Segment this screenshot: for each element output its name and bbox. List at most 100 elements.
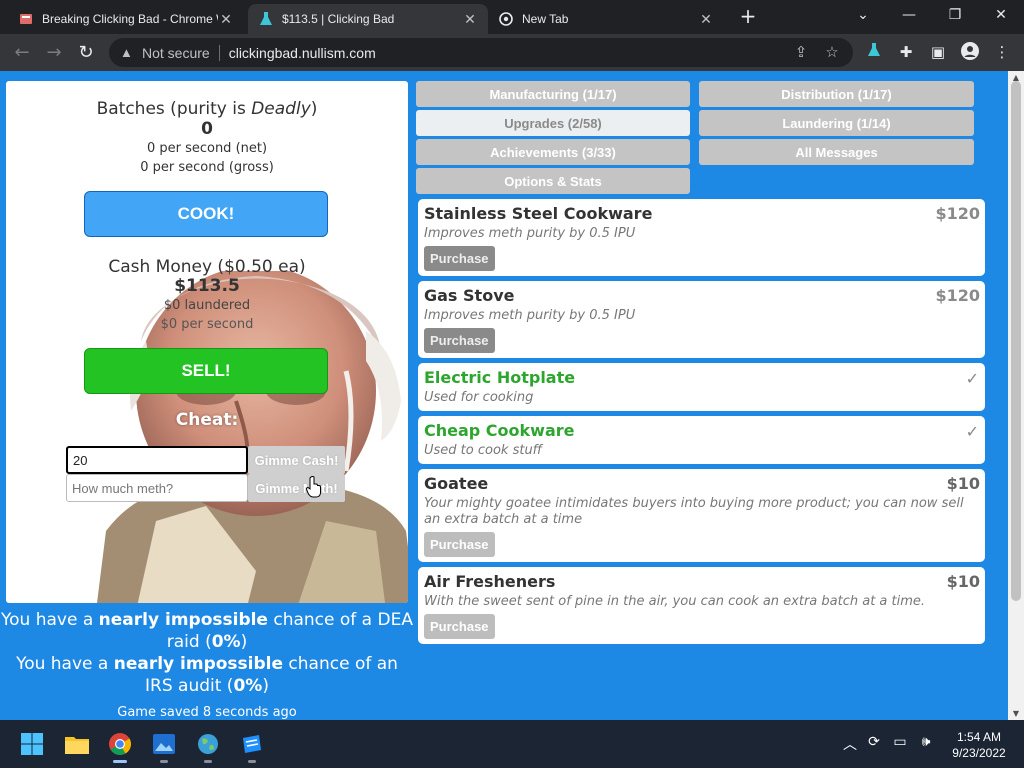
puzzle-extensions-icon[interactable]: ✚ <box>896 42 916 62</box>
purchase-button[interactable]: Purchase <box>424 328 495 353</box>
tab-laundering[interactable]: Laundering (1/14) <box>699 110 974 136</box>
irs-level: nearly impossible <box>113 654 284 674</box>
cheat-meth-placeholder[interactable]: How much meth? <box>72 481 173 496</box>
upgrade-item: Stainless Steel Cookware $120 Improves m… <box>418 199 985 276</box>
batches-heading: Batches (purity is Deadly) <box>6 99 408 119</box>
upgrade-description: Improves meth purity by 0.5 IPU <box>424 226 636 241</box>
tab-distribution[interactable]: Distribution (1/17) <box>699 81 974 107</box>
open-app-indicator <box>160 760 168 763</box>
tab-upgrades[interactable]: Upgrades (2/58) <box>416 110 690 136</box>
tab-manufacturing[interactable]: Manufacturing (1/17) <box>416 81 690 107</box>
photos-app-icon[interactable] <box>148 728 180 763</box>
upgrade-name: Electric Hotplate <box>424 368 576 387</box>
upgrade-description: Your mighty goatee intimidates buyers in… <box>424 496 964 527</box>
security-status[interactable]: Not secure <box>142 45 210 61</box>
upgrade-item-owned: Electric Hotplate ✓ Used for cooking <box>418 363 985 411</box>
browser-tab-strip: Breaking Clicking Bad - Chrome W ✕ $113.… <box>0 0 1024 34</box>
sell-button[interactable]: SELL! <box>84 348 328 394</box>
checkmark-icon: ✓ <box>965 422 979 441</box>
upgrade-price: $10 <box>946 474 980 493</box>
url-text[interactable]: clickingbad.nullism.com <box>229 45 376 61</box>
blue-app-icon[interactable] <box>236 728 268 763</box>
purchase-button[interactable]: Purchase <box>424 614 495 639</box>
batches-suffix: ) <box>310 99 318 119</box>
cheat-heading: Cheat: <box>175 410 239 430</box>
upgrade-name: Goatee <box>424 474 489 493</box>
browser-toolbar: ← → ↻ ▲ Not secure clickingbad.nullism.c… <box>0 34 1024 71</box>
reload-icon[interactable]: ↻ <box>74 41 98 65</box>
side-panel-icon[interactable]: ▣ <box>928 42 948 62</box>
share-icon[interactable]: ⇪ <box>792 43 810 61</box>
flask-extension-icon[interactable] <box>864 42 884 62</box>
purchase-button[interactable]: Purchase <box>424 246 495 271</box>
back-arrow-icon[interactable]: ← <box>10 41 34 65</box>
tab-search-chevron-icon[interactable]: ⌄ <box>848 4 878 26</box>
tab-options-stats[interactable]: Options & Stats <box>416 168 690 194</box>
taskbar-clock[interactable]: 1:54 AM 9/23/2022 <box>944 729 1014 761</box>
cook-button[interactable]: COOK! <box>84 191 328 237</box>
tab-achievements[interactable]: Achievements (3/33) <box>416 139 690 165</box>
profile-avatar-icon[interactable] <box>960 42 980 62</box>
active-app-indicator <box>113 760 127 763</box>
dea-level: nearly impossible <box>98 610 268 630</box>
upgrade-description: Used to cook stuff <box>424 443 543 458</box>
tab-close-icon[interactable]: ✕ <box>698 11 714 28</box>
clock-time[interactable]: 1:54 AM <box>944 729 1014 745</box>
bookmark-star-icon[interactable]: ☆ <box>823 43 841 61</box>
irs-text-3: ) <box>262 676 269 696</box>
tab-close-icon[interactable]: ✕ <box>462 11 478 28</box>
upgrade-item: Goatee $10 Your mighty goatee intimidate… <box>418 469 985 562</box>
batches-gross-rate: 0 per second (gross) <box>140 160 274 175</box>
tab-all-messages[interactable]: All Messages <box>699 139 974 165</box>
globe-app-icon[interactable] <box>192 728 224 763</box>
gimme-cash-button[interactable]: Gimme Cash! <box>248 446 345 474</box>
purity-level: Deadly <box>251 99 311 119</box>
clock-date[interactable]: 9/23/2022 <box>944 745 1014 761</box>
window-close-icon[interactable]: ✕ <box>986 4 1016 26</box>
file-explorer-icon[interactable] <box>61 728 93 760</box>
upgrade-description: With the sweet sent of pine in the air, … <box>424 594 926 609</box>
upgrade-name: Cheap Cookware <box>424 421 575 440</box>
cash-per-second: $0 per second <box>160 317 254 332</box>
warning-triangle-icon[interactable]: ▲ <box>120 45 134 60</box>
scrollbar-thumb[interactable] <box>1011 81 1021 601</box>
cheat-meth-input[interactable]: How much meth? <box>66 474 248 502</box>
tray-sync-icon[interactable]: ⟳ <box>864 734 884 750</box>
menu-kebab-icon[interactable]: ⋮ <box>992 42 1012 62</box>
laundered-amount: $0 laundered <box>163 298 251 313</box>
upgrade-item-owned: Cheap Cookware ✓ Used to cook stuff <box>418 416 985 464</box>
cash-money-label: Cash Money ($0.50 ea) <box>108 257 306 277</box>
dea-text-3: ) <box>240 632 248 652</box>
tray-volume-icon[interactable]: 🕪 <box>916 734 936 750</box>
page-viewport: Batches (purity is Deadly) 0 0 per secon… <box>0 71 1008 720</box>
browser-tab-new-tab[interactable]: New Tab ✕ <box>488 4 724 34</box>
browser-tab-breaking-clicking-bad[interactable]: Breaking Clicking Bad - Chrome W ✕ <box>8 4 244 34</box>
cheat-cash-input[interactable]: 20 <box>66 446 248 474</box>
new-tab-plus-icon[interactable]: + <box>736 6 760 28</box>
tab-close-icon[interactable]: ✕ <box>218 11 234 28</box>
hand-cursor-icon <box>306 476 321 498</box>
minimize-icon[interactable]: — <box>894 4 924 26</box>
irs-percent: 0% <box>233 676 263 696</box>
scroll-down-arrow-icon[interactable]: ▼ <box>1008 709 1024 718</box>
gimme-meth-button[interactable]: Gimme Meth! <box>248 474 345 502</box>
forward-arrow-icon[interactable]: → <box>42 41 66 65</box>
tray-network-icon[interactable]: ▭ <box>890 734 910 750</box>
windows-taskbar: ︿ ⟳ ▭ 🕪 1:54 AM 9/23/2022 <box>0 720 1024 768</box>
irs-audit-risk: You have a nearly impossible chance of a… <box>0 653 414 697</box>
tab-title: Breaking Clicking Bad - Chrome W <box>42 12 218 26</box>
tray-chevron-up-icon[interactable]: ︿ <box>840 734 860 754</box>
restore-icon[interactable]: ❐ <box>940 4 970 26</box>
cheat-cash-value[interactable]: 20 <box>73 453 87 468</box>
open-app-indicator <box>204 760 212 763</box>
browser-tab-clicking-bad[interactable]: $113.5 | Clicking Bad ✕ <box>248 4 488 34</box>
chrome-taskbar-icon[interactable] <box>104 728 136 763</box>
purchase-button[interactable]: Purchase <box>424 532 495 557</box>
upgrade-item: Air Fresheners $10 With the sweet sent o… <box>418 567 985 644</box>
address-bar[interactable]: ▲ Not secure clickingbad.nullism.com ⇪ ☆ <box>109 38 853 67</box>
batches-prefix: Batches (purity is <box>96 99 252 119</box>
tab-title: New Tab <box>522 12 569 26</box>
page-scrollbar[interactable]: ▲ ▼ <box>1008 71 1024 720</box>
windows-start-icon[interactable] <box>16 728 48 760</box>
upgrade-item: Gas Stove $120 Improves meth purity by 0… <box>418 281 985 358</box>
